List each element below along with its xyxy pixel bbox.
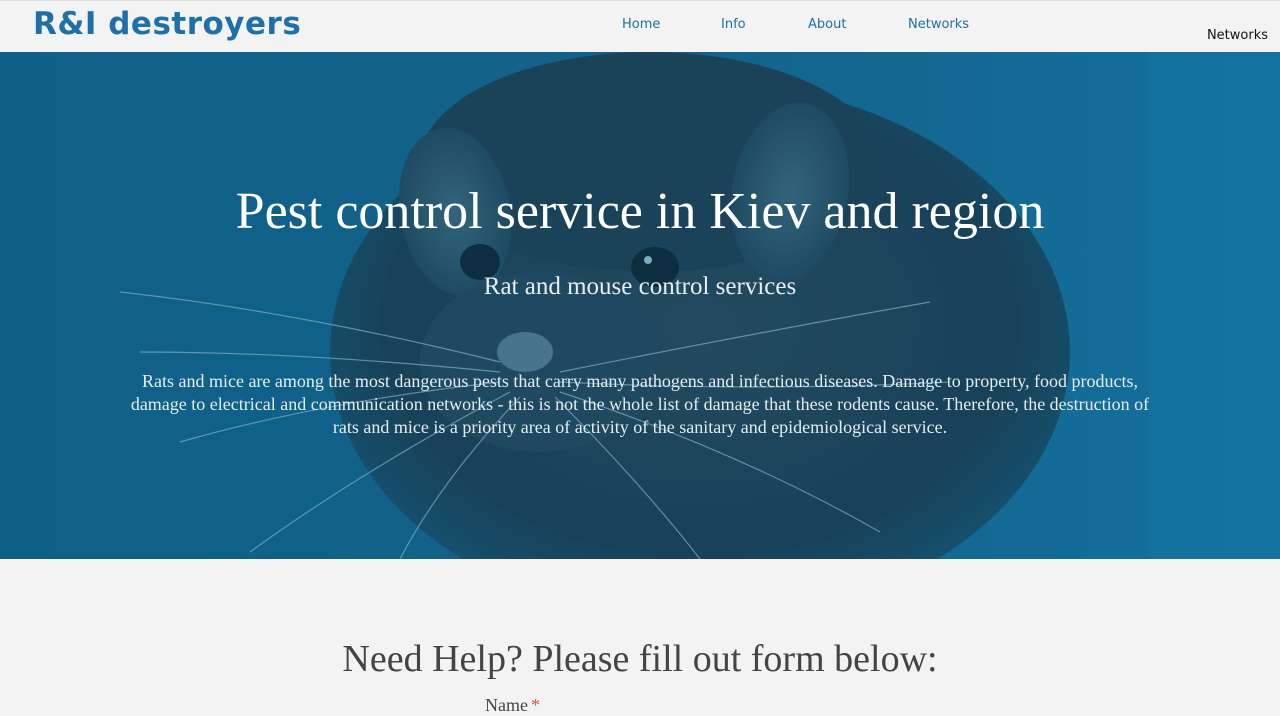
site-logo[interactable]: R&I destroyers	[33, 6, 301, 42]
name-label-text: Name	[485, 695, 528, 715]
nav-about[interactable]: About	[808, 17, 846, 32]
form-heading: Need Help? Please fill out form below:	[342, 638, 938, 680]
name-field-label: Name *	[485, 695, 540, 716]
hero-subtitle: Rat and mouse control services	[483, 273, 797, 300]
nav-info[interactable]: Info	[721, 17, 746, 32]
hero-banner: Pest control service in Kiev and region …	[0, 52, 1280, 559]
rat-hero-image	[0, 52, 1280, 559]
nav-networks-secondary[interactable]: Networks	[1207, 28, 1268, 43]
site-header: R&I destroyers Home Info About Networks …	[0, 0, 1280, 52]
nav-home[interactable]: Home	[622, 17, 660, 32]
required-asterisk: *	[530, 695, 540, 715]
hero-title: Pest control service in Kiev and region	[235, 183, 1045, 240]
hero-description: Rats and mice are among the most dangero…	[130, 371, 1150, 437]
nav-networks[interactable]: Networks	[908, 17, 969, 32]
